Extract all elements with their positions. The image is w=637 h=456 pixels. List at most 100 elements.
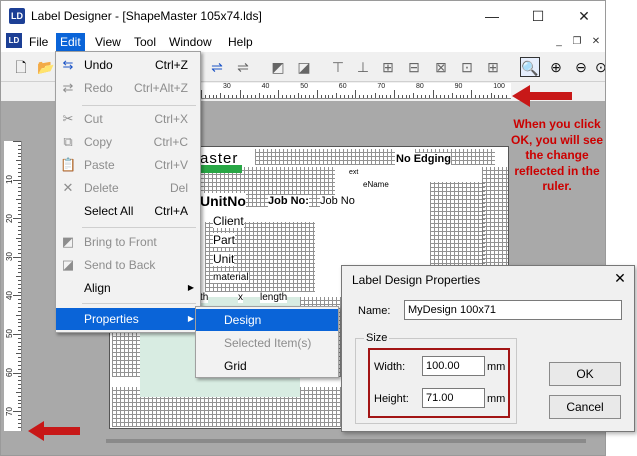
ruler-tick (228, 95, 230, 98)
menu-item-label: Redo (84, 81, 113, 95)
name-label: Name: (358, 305, 391, 317)
copy-icon: ⧉ (63, 134, 73, 149)
cancel-button[interactable]: Cancel (549, 395, 621, 419)
close-button[interactable]: ✕ (561, 1, 605, 31)
menu-window[interactable]: Window (165, 33, 216, 51)
field-pattern (255, 149, 395, 165)
distribute-h-icon[interactable]: ⊞ (378, 57, 398, 77)
name-input[interactable]: MyDesign 100x71 (404, 300, 622, 320)
align-middle-icon[interactable]: ⊥ (353, 57, 373, 77)
ruler-tick (18, 376, 21, 378)
bring-front-icon[interactable]: ◩ (268, 57, 288, 77)
title-bar[interactable]: LD Label Designer - [ShapeMaster 105x74.… (1, 1, 605, 31)
menu-item-properties[interactable]: Properties ▶ (56, 308, 200, 330)
menu-item-cut[interactable]: ✂ Cut Ctrl+X (56, 108, 200, 130)
menu-item-align[interactable]: Align ▶ (56, 277, 200, 299)
ruler-tick (18, 156, 21, 158)
ruler-tick (336, 93, 338, 98)
ruler-tick (216, 95, 218, 98)
ok-button[interactable]: OK (549, 362, 621, 386)
ruler-label: 60 (4, 368, 14, 377)
ruler-label: 80 (416, 83, 424, 90)
ruler-tick (421, 95, 423, 98)
ruler-tick (18, 357, 21, 359)
ruler-tick (324, 95, 326, 98)
menu-file[interactable]: File (25, 33, 52, 51)
zoom-in-icon[interactable]: ⊕ (546, 57, 566, 77)
ruler-tick (413, 93, 415, 98)
menu-item-bring-to-front[interactable]: ◩ Bring to Front (56, 231, 200, 253)
menu-item-paste[interactable]: 📋 Paste Ctrl+V (56, 154, 200, 176)
job-no-value: Job No (320, 195, 355, 207)
menu-separator (82, 227, 196, 228)
menu-item-undo[interactable]: ⇆ Undo Ctrl+Z (56, 54, 200, 76)
ruler-tick (220, 93, 222, 98)
zoom-select-icon[interactable]: 🔍 (520, 57, 540, 77)
menu-tool[interactable]: Tool (130, 33, 160, 51)
submenu-item-design[interactable]: Design (196, 309, 338, 331)
menu-item-redo[interactable]: ⇄ Redo Ctrl+Alt+Z (56, 77, 200, 99)
ruler-tick (505, 95, 507, 98)
ruler-tick (18, 399, 21, 401)
menu-help[interactable]: Help (224, 33, 257, 51)
open-folder-icon[interactable]: 📂 (36, 57, 56, 77)
submenu-item-selected-items[interactable]: Selected Item(s) (196, 332, 338, 354)
ruler-label: 50 (4, 329, 14, 339)
submenu-item-grid[interactable]: Grid (196, 355, 338, 377)
ruler-tick (18, 310, 21, 312)
ruler-tick (18, 175, 21, 177)
height-input[interactable]: 71.00 (422, 388, 485, 408)
mdi-restore-button[interactable]: ❐ (569, 35, 585, 49)
send-back-icon[interactable]: ◪ (294, 57, 314, 77)
ruler-tick (18, 306, 21, 308)
red-arrow-ruler-icon (512, 85, 572, 107)
menu-item-select-all[interactable]: Select All Ctrl+A (56, 200, 200, 222)
distribute-v-icon[interactable]: ⊟ (404, 57, 424, 77)
align-left-icon[interactable]: ⇌ (207, 57, 227, 77)
ruler-tick (436, 95, 438, 98)
width-input[interactable]: 100.00 (422, 356, 485, 376)
ruler-tick (494, 95, 496, 98)
submenu-arrow-icon: ▶ (187, 283, 194, 292)
horizontal-scrollbar[interactable] (106, 439, 586, 443)
menu-bar: File Edit View Tool Window Help (1, 31, 605, 52)
zoom-out-icon[interactable]: ⊖ (571, 57, 591, 77)
ruler-tick (16, 391, 21, 393)
document-icon[interactable]: LD (6, 33, 22, 48)
new-file-icon[interactable]: 🗋 (11, 57, 31, 77)
ruler-tick (18, 195, 21, 197)
mdi-minimize-button[interactable]: _ (551, 35, 567, 49)
same-size-icon[interactable]: ⊞ (483, 57, 503, 77)
menu-view[interactable]: View (91, 33, 125, 51)
unit-text: Unit (213, 252, 235, 266)
menu-separator (82, 303, 196, 304)
red-arrow-vruler-icon (28, 421, 80, 441)
ruler-tick (18, 152, 21, 154)
menu-item-label: Send to Back (84, 258, 156, 272)
ruler-tick (424, 95, 426, 98)
same-height-icon[interactable]: ⊡ (457, 57, 477, 77)
menu-edit[interactable]: Edit (56, 33, 85, 51)
menu-item-copy[interactable]: ⧉ Copy Ctrl+C (56, 131, 200, 153)
ruler-tick (18, 183, 21, 185)
ruler-tick (18, 214, 21, 216)
dialog-close-icon[interactable]: ✕ (610, 268, 630, 288)
menu-item-delete[interactable]: ✕ Delete Del (56, 177, 200, 199)
ruler-tick (13, 372, 21, 374)
menu-item-send-to-back[interactable]: ◪ Send to Back (56, 254, 200, 276)
zoom-fit-icon[interactable]: ⊙ (595, 57, 605, 77)
delete-icon: ✕ (62, 180, 74, 195)
ruler-tick (18, 361, 21, 363)
minimize-button[interactable]: — (469, 1, 515, 31)
align-right-icon[interactable]: ⇌ (233, 57, 253, 77)
ruler-tick (18, 210, 21, 212)
maximize-button[interactable]: ☐ (515, 1, 561, 31)
align-top-icon[interactable]: ⊤ (328, 57, 348, 77)
ruler-tick (278, 90, 280, 98)
ruler-tick (482, 95, 484, 98)
shortcut-label: Ctrl+Z (155, 58, 188, 72)
same-width-icon[interactable]: ⊠ (431, 57, 451, 77)
mdi-close-button[interactable]: ✕ (588, 35, 604, 49)
ruler-tick (459, 95, 461, 98)
ruler-tick (18, 252, 21, 254)
